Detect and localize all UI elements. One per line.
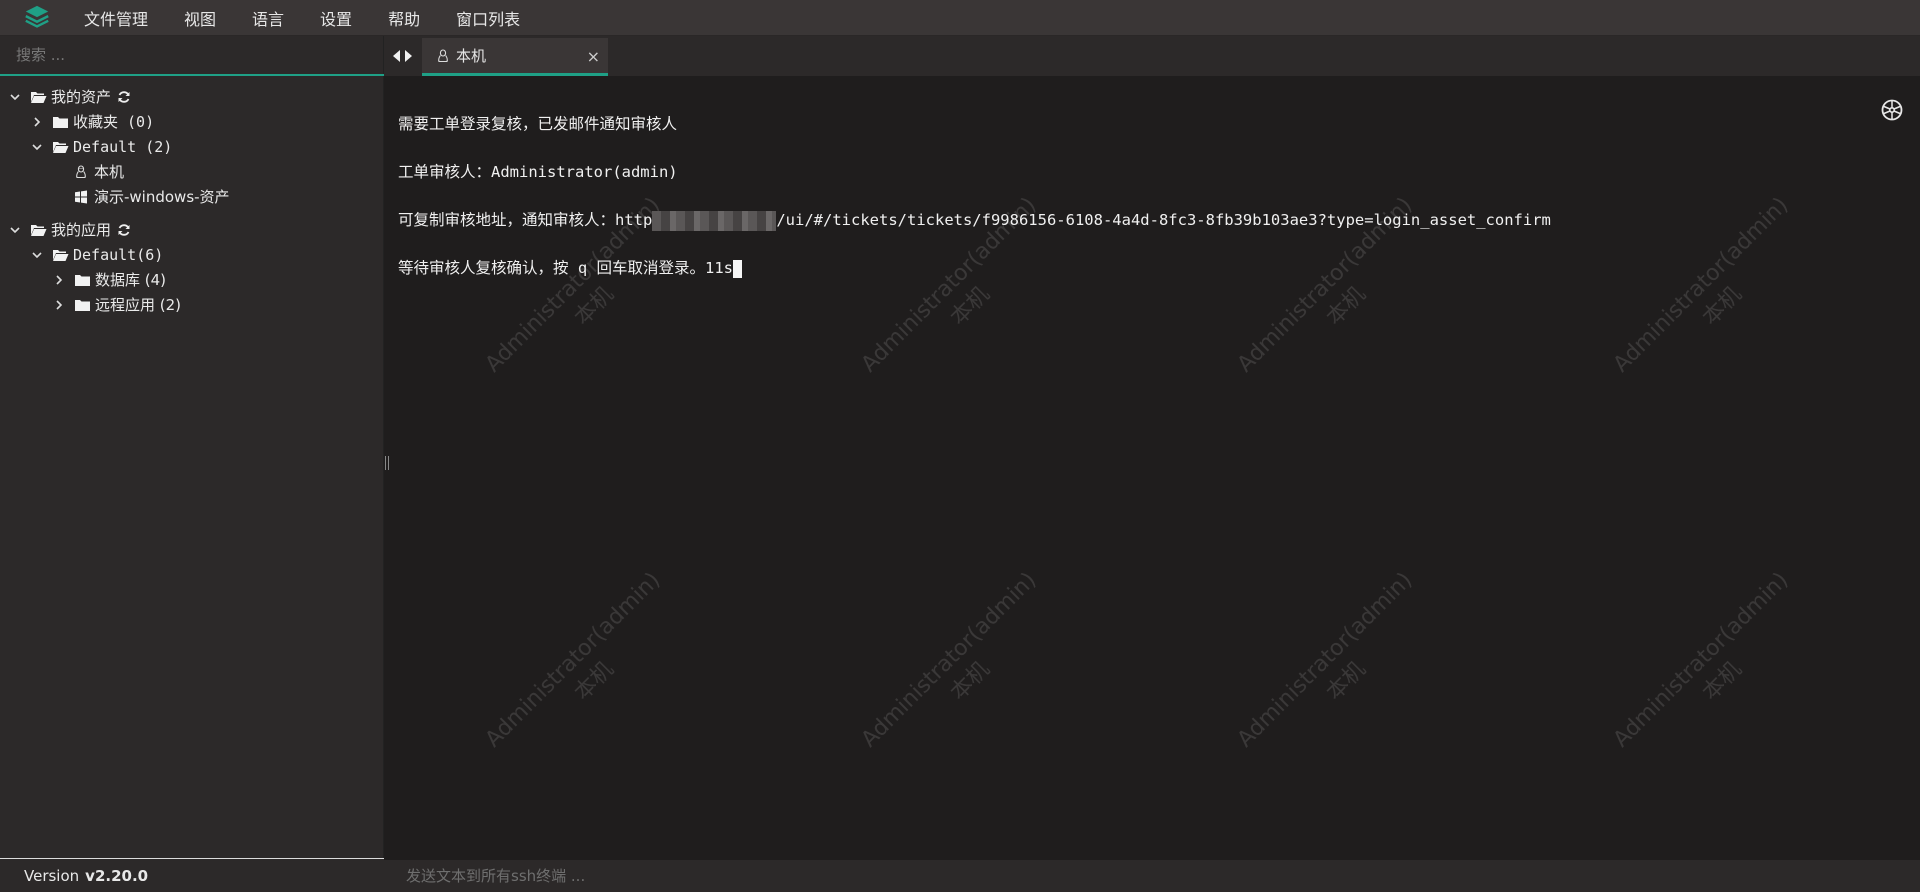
sidebar: 我的资产 收藏夹 (0) Default (2) [0, 36, 384, 892]
folder-icon [52, 115, 70, 129]
broadcast-input[interactable] [406, 867, 1806, 885]
tab-nav [384, 36, 420, 76]
url-prefix: 可复制审核地址，通知审核人：http [398, 211, 653, 229]
windows-icon [74, 190, 90, 204]
watermark: Administrator(admin) 本机 [856, 567, 1042, 753]
linux-icon [74, 164, 90, 179]
refresh-icon[interactable] [117, 223, 131, 237]
search-box [0, 36, 384, 76]
watermark: Administrator(admin) 本机 [480, 567, 666, 753]
tree-node-default-apps[interactable]: Default(6) [0, 242, 383, 267]
tree-node-label: 数据库 (4) [95, 271, 167, 289]
arrow-right-icon[interactable] [404, 49, 414, 63]
tree-node-label: Default (2) [73, 137, 173, 156]
linux-icon [436, 48, 452, 63]
tree-node-label: 收藏夹 (0) [73, 113, 155, 131]
tree-leaf-localhost[interactable]: 本机 [0, 159, 383, 184]
tree-node-label: 我的资产 [51, 88, 112, 106]
menu-window-list[interactable]: 窗口列表 [456, 6, 520, 30]
folder-open-icon [52, 248, 70, 262]
search-input[interactable] [16, 46, 356, 64]
app-logo-icon[interactable] [20, 3, 54, 33]
asset-tree: 我的资产 收藏夹 (0) Default (2) 本机 演示-windows-资… [0, 76, 383, 317]
chevron-down-icon[interactable] [6, 225, 24, 235]
folder-open-icon [30, 90, 48, 104]
tree-node-my-apps[interactable]: 我的应用 [0, 217, 383, 242]
tree-node-my-assets[interactable]: 我的资产 [0, 84, 383, 109]
tree-node-databases[interactable]: 数据库 (4) [0, 267, 383, 292]
chevron-down-icon[interactable] [6, 92, 24, 102]
tree-leaf-demo-windows[interactable]: 演示-windows-资产 [0, 184, 383, 209]
chevron-down-icon[interactable] [28, 142, 46, 152]
refresh-icon[interactable] [117, 90, 131, 104]
settings-icon[interactable] [1880, 98, 1904, 122]
menu-settings[interactable]: 设置 [320, 6, 352, 30]
terminal-line: 需要工单登录复核，已发邮件通知审核人 [398, 115, 678, 133]
menu-help[interactable]: 帮助 [388, 6, 420, 30]
chevron-right-icon[interactable] [50, 274, 68, 285]
arrow-left-icon[interactable] [391, 49, 401, 63]
tree-node-label: 我的应用 [51, 221, 112, 239]
folder-open-icon [52, 140, 70, 154]
tree-node-label: 演示-windows-资产 [94, 188, 230, 206]
tab-bar: 本机 × [384, 36, 1920, 76]
tree-node-label: 本机 [94, 163, 125, 181]
terminal[interactable]: Administrator(admin) 本机 Administrator(adm… [384, 76, 1920, 860]
panel-splitter-handle[interactable] [384, 456, 390, 474]
tree-node-label: Default(6) [73, 245, 164, 264]
watermark: Administrator(admin) 本机 [1608, 567, 1794, 753]
tree-node-remote-apps[interactable]: 远程应用 (2) [0, 292, 383, 317]
tree-node-favorites[interactable]: 收藏夹 (0) [0, 109, 383, 134]
folder-icon [74, 298, 92, 312]
redacted-host [652, 210, 777, 231]
terminal-line: 等待审核人复核确认，按 q 回车取消登录。11s [398, 256, 1551, 280]
version-info: Version v2.20.0 [0, 858, 384, 892]
tab-localhost[interactable]: 本机 × [422, 38, 608, 76]
terminal-line: 工单审核人：Administrator(admin) [398, 163, 678, 181]
tab-label: 本机 [456, 47, 487, 65]
folder-icon [74, 273, 92, 287]
chevron-right-icon[interactable] [28, 116, 46, 127]
watermark: Administrator(admin) 本机 [1608, 192, 1794, 378]
close-icon[interactable]: × [587, 47, 600, 66]
tree-node-default-assets[interactable]: Default (2) [0, 134, 383, 159]
menu-language[interactable]: 语言 [252, 6, 284, 30]
tree-node-label: 远程应用 (2) [95, 296, 182, 314]
watermark: Administrator(admin) 本机 [1232, 567, 1418, 753]
menubar: 文件管理 视图 语言 设置 帮助 窗口列表 [0, 0, 1920, 36]
folder-open-icon [30, 223, 48, 237]
terminal-cursor [733, 259, 742, 278]
chevron-down-icon[interactable] [28, 250, 46, 260]
terminal-output: 需要工单登录复核，已发邮件通知审核人 工单审核人：Administrator(a… [398, 88, 1551, 328]
chevron-right-icon[interactable] [50, 299, 68, 310]
version-label: Version [24, 866, 80, 885]
version-number: v2.20.0 [85, 866, 149, 885]
menu-file-manager[interactable]: 文件管理 [84, 6, 148, 30]
menu-view[interactable]: 视图 [184, 6, 216, 30]
url-suffix: /ui/#/tickets/tickets/f9986156-6108-4a4d… [776, 211, 1551, 229]
terminal-line: 可复制审核地址，通知审核人：http/ui/#/tickets/tickets/… [398, 208, 1551, 232]
broadcast-bar [384, 860, 1920, 892]
